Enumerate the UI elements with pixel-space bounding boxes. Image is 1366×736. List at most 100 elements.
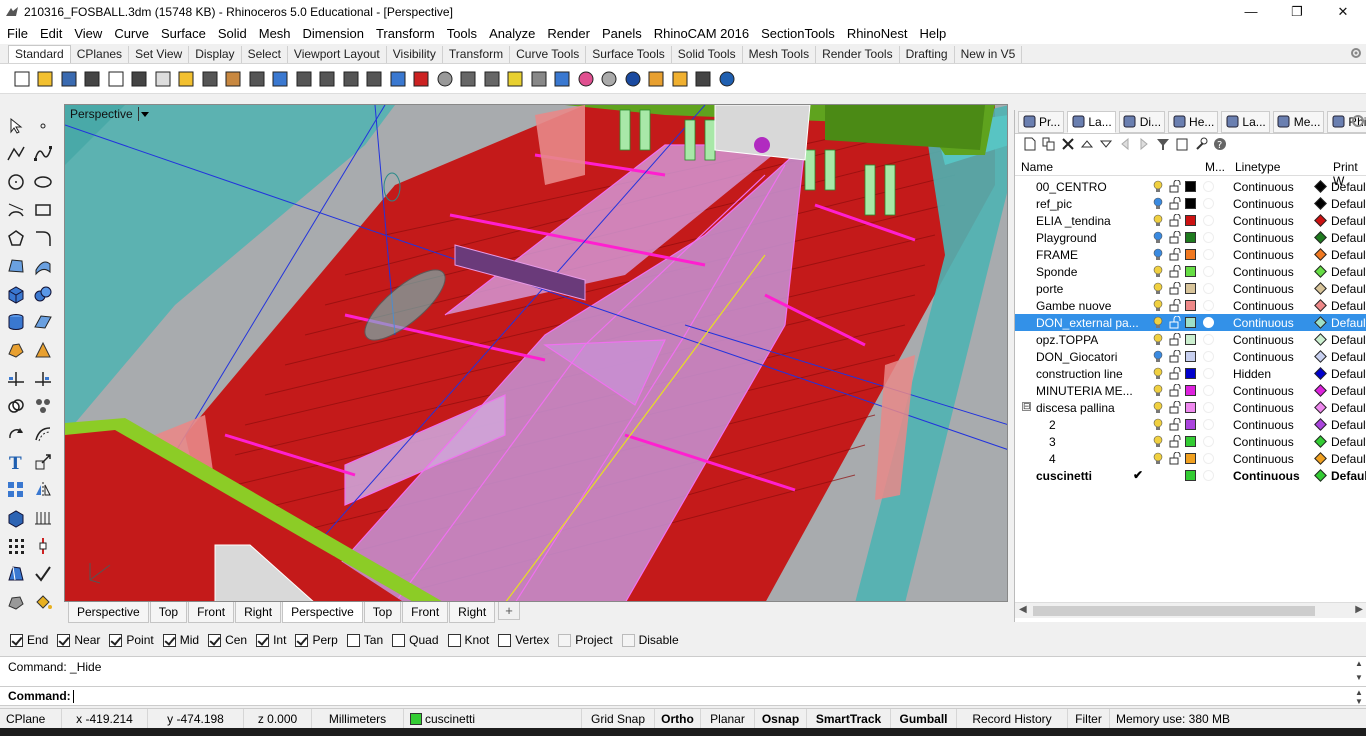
material-icon[interactable]	[1203, 300, 1214, 311]
rotate-view-icon[interactable]	[363, 67, 386, 90]
polyline-icon[interactable]	[4, 142, 28, 166]
print-color-icon[interactable]	[1314, 282, 1327, 295]
select-arrow-icon[interactable]	[4, 114, 28, 138]
print-icon[interactable]	[81, 67, 104, 90]
layer-linetype[interactable]: Hidden	[1233, 367, 1271, 381]
osnap-knot[interactable]: Knot	[447, 633, 489, 647]
chevron-down-icon[interactable]	[137, 107, 149, 121]
layer-linetype[interactable]: Continuous	[1233, 418, 1294, 432]
copy-icon[interactable]	[151, 67, 174, 90]
print-color-icon[interactable]	[1314, 180, 1327, 193]
filter-toggle[interactable]: Filter	[1068, 708, 1110, 729]
toolbar-tab-mesh-tools[interactable]: Mesh Tools	[743, 46, 817, 63]
toolbar-tab-render-tools[interactable]: Render Tools	[816, 46, 900, 63]
layer-print-width[interactable]: Default	[1331, 316, 1366, 330]
layer-row[interactable]: DON_Giocatori Continuous Default	[1015, 348, 1366, 365]
unlock-icon[interactable]	[1169, 383, 1181, 397]
material-icon[interactable]	[1203, 402, 1214, 413]
scroll-down-icon[interactable]: ▼	[1354, 697, 1364, 706]
lightbulb-icon[interactable]	[1153, 197, 1163, 210]
analysis-icon[interactable]	[4, 562, 28, 586]
layer-color-swatch[interactable]	[1185, 334, 1196, 345]
menu-tools[interactable]: Tools	[440, 24, 482, 44]
viewport-tab-right[interactable]: Right	[235, 602, 282, 623]
layer-name[interactable]: DON_Giocatori	[1036, 350, 1117, 364]
move-down-icon[interactable]	[1096, 135, 1115, 153]
lightbulb-icon[interactable]	[1153, 435, 1163, 448]
layer-row[interactable]: FRAME Continuous Default	[1015, 246, 1366, 263]
lightbulb-icon[interactable]	[1153, 299, 1163, 312]
material-icon[interactable]	[1203, 317, 1214, 328]
layer-print-width[interactable]: Default	[1331, 265, 1366, 279]
zoom-extents-icon[interactable]	[316, 67, 339, 90]
layer-print-width[interactable]: Default	[1331, 367, 1366, 381]
material-icon[interactable]	[1203, 334, 1214, 345]
print-color-icon[interactable]	[1314, 333, 1327, 346]
menu-surface[interactable]: Surface	[154, 24, 211, 44]
layer-row[interactable]: porte Continuous Default	[1015, 280, 1366, 297]
material-icon[interactable]	[1203, 351, 1214, 362]
menu-transform[interactable]: Transform	[369, 24, 440, 44]
plane-surface-icon[interactable]	[31, 310, 55, 334]
osnap-point[interactable]: Point	[109, 633, 154, 647]
menu-sectiontools[interactable]: SectionTools	[754, 24, 840, 44]
rotate-icon[interactable]	[4, 422, 28, 446]
lightbulb-icon[interactable]	[1153, 367, 1163, 380]
layer-linetype[interactable]: Continuous	[1233, 214, 1294, 228]
unlock-icon[interactable]	[1169, 298, 1181, 312]
lightbulb-icon[interactable]	[1153, 384, 1163, 397]
panel-tab-properties[interactable]: Pr...	[1018, 110, 1065, 133]
grid-snap-toggle[interactable]: Grid Snap	[582, 708, 655, 729]
toolbar-tab-solid-tools[interactable]: Solid Tools	[672, 46, 743, 63]
mirror-icon[interactable]	[31, 478, 55, 502]
material-icon[interactable]	[1203, 283, 1214, 294]
help-icon[interactable]	[715, 67, 738, 90]
scroll-down-icon[interactable]: ▼	[1354, 673, 1364, 682]
print-color-icon[interactable]	[1314, 401, 1327, 414]
move-up-icon[interactable]	[1077, 135, 1096, 153]
material-icon[interactable]	[1203, 436, 1214, 447]
osnap-tan[interactable]: Tan	[346, 633, 383, 647]
layer-color-swatch[interactable]	[1185, 470, 1196, 481]
column-material[interactable]: M...	[1205, 160, 1225, 174]
toolbar-tab-select[interactable]: Select	[242, 46, 288, 63]
wireframe-icon[interactable]	[480, 67, 503, 90]
material-icon[interactable]	[1203, 232, 1214, 243]
scroll-right-icon[interactable]: ▶	[1355, 604, 1363, 615]
layer-row[interactable]: DON_external pa... Continuous Default	[1015, 314, 1366, 331]
layer-print-width[interactable]: Default	[1331, 214, 1366, 228]
column-linetype[interactable]: Linetype	[1235, 160, 1280, 174]
layer-row[interactable]: ELIA _tendina Continuous Default	[1015, 212, 1366, 229]
layer-row[interactable]: ⊟ discesa pallina Continuous Default	[1015, 399, 1366, 416]
layer-row[interactable]: Sponde Continuous Default	[1015, 263, 1366, 280]
scroll-left-icon[interactable]: ◀	[1019, 604, 1027, 615]
rectangle-icon[interactable]	[31, 198, 55, 222]
layer-color-swatch[interactable]	[1185, 215, 1196, 226]
gumball-icon[interactable]	[31, 534, 55, 558]
layer-color-swatch[interactable]	[1185, 181, 1196, 192]
panel-tab-layers[interactable]: La...	[1067, 110, 1116, 133]
viewport-tab-right[interactable]: Right	[449, 602, 496, 623]
record-history-toggle[interactable]: Record History	[957, 708, 1068, 729]
car-icon[interactable]	[410, 67, 433, 90]
material-icon[interactable]	[1203, 470, 1214, 481]
toolbar-tab-visibility[interactable]: Visibility	[387, 46, 443, 63]
move-left-icon[interactable]	[1115, 135, 1134, 153]
viewport-tab-perspective[interactable]: Perspective	[68, 602, 149, 623]
print-color-icon[interactable]	[1314, 214, 1327, 227]
wrench-icon[interactable]	[1191, 135, 1210, 153]
perspective-viewport[interactable]: Perspective	[64, 104, 1008, 602]
panel-tab-layout[interactable]: La...	[1221, 110, 1270, 133]
layer-color-swatch[interactable]	[1185, 232, 1196, 243]
zoom-window-icon[interactable]	[292, 67, 315, 90]
lightbulb-icon[interactable]	[1153, 282, 1163, 295]
toolbar-tab-drafting[interactable]: Drafting	[900, 46, 955, 63]
osnap-cen[interactable]: Cen	[208, 633, 247, 647]
paste-icon[interactable]	[175, 67, 198, 90]
print-color-icon[interactable]	[1314, 452, 1327, 465]
layer-linetype[interactable]: Continuous	[1233, 265, 1294, 279]
check-icon[interactable]	[31, 562, 55, 586]
circle-tool-icon[interactable]	[4, 170, 28, 194]
scale-icon[interactable]	[31, 450, 55, 474]
print-color-icon[interactable]	[1314, 299, 1327, 312]
